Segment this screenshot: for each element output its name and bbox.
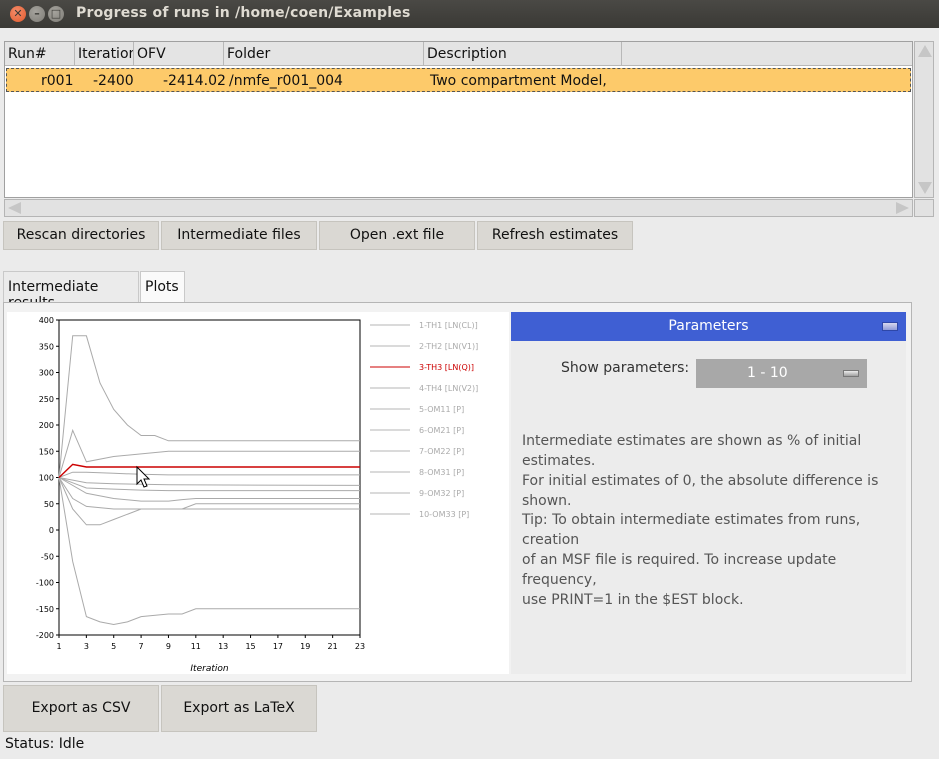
x-tick-label: 17 bbox=[273, 642, 283, 651]
x-tick-label: 7 bbox=[139, 642, 144, 651]
legend-label: 5-OM11 [P] bbox=[419, 405, 464, 414]
collapse-icon[interactable] bbox=[882, 322, 898, 331]
minimize-icon[interactable]: – bbox=[29, 6, 45, 22]
cell-folder: /nmfe_r001_004 bbox=[229, 73, 343, 89]
info-line: For initial estimates of 0, the absolute… bbox=[522, 473, 879, 509]
table-row[interactable]: r001 -2400 -2414.02 /nmfe_r001_004 Two c… bbox=[6, 68, 911, 92]
window-title: Progress of runs in /home/coen/Examples bbox=[76, 5, 411, 21]
legend-label: 1-TH1 [LN(CL)] bbox=[419, 321, 478, 330]
legend-label: 9-OM32 [P] bbox=[419, 489, 464, 498]
info-text: Intermediate estimates are shown as % of… bbox=[522, 431, 902, 511]
legend-label: 8-OM31 [P] bbox=[419, 468, 464, 477]
y-tick-label: -50 bbox=[41, 552, 54, 561]
legend-label: 7-OM22 [P] bbox=[419, 447, 464, 456]
status-text: Status: Idle bbox=[5, 736, 85, 752]
x-tick-label: 15 bbox=[245, 642, 255, 651]
tip-line: of an MSF file is required. To increase … bbox=[522, 552, 837, 588]
scroll-left-icon[interactable] bbox=[8, 202, 21, 214]
export-latex-button[interactable]: Export as LaTeX bbox=[161, 685, 317, 732]
y-tick-label: 150 bbox=[39, 447, 54, 456]
export-csv-button[interactable]: Export as CSV bbox=[3, 685, 159, 732]
window-titlebar: ✕ – □ Progress of runs in /home/coen/Exa… bbox=[0, 0, 939, 28]
cell-iteration: -2400 bbox=[93, 73, 134, 89]
y-tick-label: 400 bbox=[39, 316, 54, 325]
scroll-up-icon[interactable] bbox=[918, 45, 932, 57]
y-tick-label: -100 bbox=[36, 579, 54, 588]
dropdown-arrow-icon bbox=[843, 370, 859, 377]
tip-line: use PRINT=1 in the $EST block. bbox=[522, 592, 744, 608]
y-tick-label: 350 bbox=[39, 342, 54, 351]
x-tick-label: 21 bbox=[328, 642, 338, 651]
column-header-run[interactable]: Run# bbox=[5, 42, 75, 66]
y-tick-label: 50 bbox=[44, 500, 54, 509]
legend-label: 4-TH4 [LN(V2)] bbox=[419, 384, 478, 393]
show-parameters-select[interactable]: 1 - 10 bbox=[696, 359, 867, 388]
header-filler bbox=[622, 42, 912, 66]
cell-run: r001 bbox=[41, 73, 74, 89]
tab-plots[interactable]: Plots bbox=[140, 271, 185, 302]
column-header-iteration[interactable]: Iteration bbox=[75, 42, 134, 66]
y-tick-label: 300 bbox=[39, 369, 54, 378]
parameters-header[interactable]: Parameters bbox=[511, 312, 906, 341]
legend-label: 6-OM21 [P] bbox=[419, 426, 464, 435]
tip-text: Tip: To obtain intermediate estimates fr… bbox=[522, 510, 902, 610]
cell-description: Two compartment Model, bbox=[430, 73, 607, 89]
intermediate-estimates-chart: 400350300250200150100500-50-100-150-2001… bbox=[36, 316, 478, 674]
scroll-down-icon[interactable] bbox=[918, 182, 932, 194]
plot-area: 400 350 300 250 200 150 100 50 0 -50 -100 -150 -200 1… bbox=[7, 312, 509, 674]
y-tick-label: 200 bbox=[39, 421, 54, 430]
rescan-directories-button[interactable]: Rescan directories bbox=[3, 221, 159, 250]
legend-label: 2-TH2 [LN(V1)] bbox=[419, 342, 478, 351]
close-icon[interactable]: ✕ bbox=[10, 6, 26, 22]
cell-ofv: -2414.02 bbox=[163, 73, 226, 89]
y-tick-label: 250 bbox=[39, 395, 54, 404]
plot-frame bbox=[58, 319, 361, 636]
column-header-description[interactable]: Description bbox=[424, 42, 622, 66]
x-tick-label: 1 bbox=[56, 642, 61, 651]
x-tick-label: 19 bbox=[300, 642, 310, 651]
x-tick-label: 9 bbox=[166, 642, 171, 651]
x-tick-label: 11 bbox=[191, 642, 201, 651]
scroll-corner bbox=[914, 199, 934, 217]
refresh-estimates-button[interactable]: Refresh estimates bbox=[477, 221, 633, 250]
x-tick-label: 5 bbox=[111, 642, 116, 651]
tab-intermediate-results[interactable]: Intermediate results bbox=[3, 271, 139, 311]
y-tick-label: -150 bbox=[36, 605, 54, 614]
x-tick-label: 13 bbox=[218, 642, 228, 651]
scroll-right-icon[interactable] bbox=[896, 202, 909, 214]
y-tick-label: -200 bbox=[36, 631, 54, 640]
vertical-scrollbar[interactable] bbox=[914, 41, 934, 198]
column-header-folder[interactable]: Folder bbox=[224, 42, 424, 66]
horizontal-scrollbar[interactable] bbox=[4, 199, 913, 217]
parameters-pane: Parameters Show parameters: 1 - 10 Inter… bbox=[511, 312, 906, 674]
y-tick-label: 100 bbox=[39, 474, 54, 483]
maximize-icon[interactable]: □ bbox=[48, 6, 64, 22]
parameters-header-label: Parameters bbox=[668, 318, 749, 334]
runs-table[interactable]: Run# Iteration OFV Folder Description r0… bbox=[4, 41, 913, 198]
column-header-ofv[interactable]: OFV bbox=[134, 42, 224, 66]
legend-label: 10-OM33 [P] bbox=[419, 510, 469, 519]
x-axis-label: Iteration bbox=[190, 664, 228, 674]
open-ext-file-button[interactable]: Open .ext file bbox=[319, 221, 475, 250]
y-tick-label: 0 bbox=[49, 526, 54, 535]
x-tick-label: 23 bbox=[355, 642, 365, 651]
show-parameters-label: Show parameters: bbox=[561, 360, 690, 376]
info-line: Intermediate estimates are shown as % of… bbox=[522, 433, 862, 469]
x-tick-label: 3 bbox=[84, 642, 89, 651]
intermediate-files-button[interactable]: Intermediate files bbox=[161, 221, 317, 250]
show-parameters-value: 1 - 10 bbox=[747, 365, 788, 381]
tip-line: Tip: To obtain intermediate estimates fr… bbox=[522, 512, 861, 548]
legend-label: 3-TH3 [LN(Q)] bbox=[419, 363, 474, 372]
